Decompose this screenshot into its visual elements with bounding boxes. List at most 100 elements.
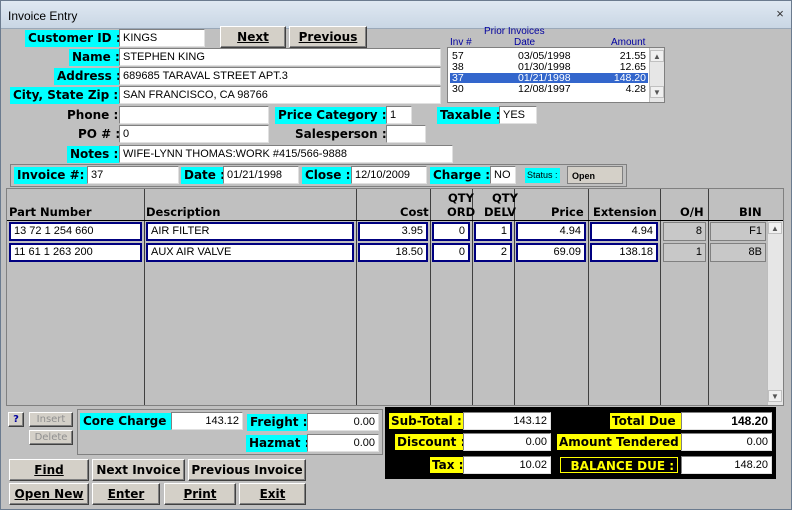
close-icon[interactable]: × [773, 7, 787, 21]
scroll-down-icon[interactable]: ▼ [768, 390, 782, 402]
prior-scrollbar[interactable]: ▲ ▼ [649, 48, 664, 102]
salesperson-field[interactable] [386, 125, 426, 143]
print-button[interactable]: Print [164, 483, 236, 505]
prior-amount: 12.65 [619, 61, 646, 73]
previous-invoice-button[interactable]: Previous Invoice [188, 459, 306, 481]
amount-tendered-label: Amount Tendered : [557, 434, 690, 450]
col-header-description: Description [146, 205, 221, 219]
bin-cell: 8B [710, 243, 766, 262]
discount-label: Discount : [395, 434, 468, 450]
print-button-label: Print [183, 487, 217, 501]
exit-button-label: Exit [259, 487, 286, 501]
invoice-date-field[interactable]: 01/21/1998 [223, 166, 299, 184]
qty-delv-cell[interactable]: 1 [474, 222, 512, 241]
col-divider [708, 189, 709, 405]
exit-button[interactable]: Exit [239, 483, 306, 505]
taxable-field[interactable]: YES [499, 106, 537, 124]
prior-inv: 37 [452, 72, 464, 84]
scroll-up-icon[interactable]: ▲ [768, 222, 782, 234]
col-divider [660, 189, 661, 405]
close-date-field[interactable]: 12/10/2009 [351, 166, 427, 184]
price-cell[interactable]: 4.94 [516, 222, 586, 241]
next-button-label: Next [237, 30, 269, 44]
address-label: Address : [54, 68, 124, 85]
description-cell[interactable]: AUX AIR VALVE [146, 243, 354, 262]
core-charge-field[interactable]: 143.12 [171, 412, 243, 430]
tax-label: Tax : [430, 457, 466, 473]
name-field[interactable]: STEPHEN KING [119, 48, 441, 66]
subtotal-field: 143.12 [463, 412, 551, 430]
totals-panel: Sub-Total : 143.12 Discount : 0.00 Tax :… [385, 407, 776, 479]
charge-label: Charge : [430, 167, 494, 184]
find-button[interactable]: Find [9, 459, 89, 481]
find-button-label: Find [34, 463, 64, 477]
grid-scrollbar[interactable]: ▲ ▼ [767, 221, 783, 405]
open-new-button-label: Open New [14, 487, 84, 501]
name-label: Name : [69, 49, 123, 66]
hazmat-field[interactable]: 0.00 [307, 434, 379, 452]
list-item[interactable]: 38 01/30/1998 12.65 [450, 61, 648, 73]
cost-cell[interactable]: 3.95 [358, 222, 428, 241]
insert-button[interactable]: Insert [29, 412, 73, 427]
qty-ord-cell[interactable]: 0 [432, 243, 470, 262]
prior-date: 01/30/1998 [518, 61, 571, 73]
phone-field[interactable] [119, 106, 269, 124]
phone-label: Phone : [67, 108, 119, 122]
col-divider [588, 189, 589, 405]
core-charge-label: Core Charge : [80, 413, 179, 430]
notes-field[interactable]: WIFE-LYNN THOMAS:WORK #415/566-9888 [119, 145, 453, 163]
enter-button[interactable]: Enter [92, 483, 160, 505]
total-due-label: Total Due : [610, 413, 687, 429]
previous-button[interactable]: Previous [289, 26, 367, 48]
invoice-number-field[interactable]: 37 [87, 166, 179, 184]
col-header-qty-ord-top: QTY [448, 191, 474, 205]
prior-inv: 38 [452, 61, 464, 73]
qty-ord-cell[interactable]: 0 [432, 222, 470, 241]
col-divider [472, 189, 473, 405]
address-field[interactable]: 689685 TARAVAL STREET APT.3 [119, 67, 441, 85]
po-field[interactable]: 0 [119, 125, 269, 143]
next-button[interactable]: Next [220, 26, 286, 48]
part-number-cell[interactable]: 13 72 1 254 660 [9, 222, 142, 241]
qty-delv-cell[interactable]: 2 [474, 243, 512, 262]
amount-tendered-field[interactable]: 0.00 [681, 433, 772, 451]
list-item[interactable]: 57 03/05/1998 21.55 [450, 50, 648, 62]
charge-field[interactable]: NO [490, 166, 516, 184]
price-category-field[interactable]: 1 [386, 106, 412, 124]
open-new-button[interactable]: Open New [9, 483, 89, 505]
scroll-down-icon[interactable]: ▼ [650, 86, 664, 98]
invoice-entry-window: Invoice Entry × Customer ID : KINGS Next… [0, 0, 792, 510]
list-item-selected[interactable]: 37 01/21/1998 148.20 [450, 73, 648, 83]
freight-label: Freight : [247, 414, 311, 431]
customer-id-field[interactable]: KINGS [119, 29, 205, 47]
status-badge: Open [567, 166, 623, 184]
freight-field[interactable]: 0.00 [307, 413, 379, 431]
scroll-up-icon[interactable]: ▲ [650, 50, 664, 62]
subtotal-label: Sub-Total : [389, 413, 464, 429]
invoice-number-label: Invoice #: [14, 167, 88, 184]
balance-due-label: BALANCE DUE : [560, 457, 678, 473]
col-header-qty-ord: ORD [447, 205, 476, 219]
prior-invoices-title: Prior Invoices [484, 26, 545, 37]
prior-amount: 148.20 [613, 72, 646, 84]
extension-cell[interactable]: 4.94 [590, 222, 658, 241]
col-divider [514, 189, 515, 405]
status-label: Status : [525, 168, 560, 183]
col-header-extension: Extension [593, 205, 657, 219]
list-item[interactable]: 30 12/08/1997 4.28 [450, 83, 648, 95]
next-invoice-button[interactable]: Next Invoice [92, 459, 185, 481]
part-number-cell[interactable]: 11 61 1 263 200 [9, 243, 142, 262]
city-state-zip-field[interactable]: SAN FRANCISCO, CA 98766 [119, 86, 441, 104]
prior-invoices-list[interactable]: 57 03/05/1998 21.55 38 01/30/1998 12.65 … [447, 47, 665, 103]
delete-button[interactable]: Delete [29, 430, 73, 445]
cost-cell[interactable]: 18.50 [358, 243, 428, 262]
salesperson-label: Salesperson : [295, 127, 387, 141]
extension-cell[interactable]: 138.18 [590, 243, 658, 262]
discount-field[interactable]: 0.00 [463, 433, 551, 451]
help-button[interactable]: ? [8, 412, 24, 427]
description-cell[interactable]: AIR FILTER [146, 222, 354, 241]
col-divider [430, 189, 431, 405]
prior-amount: 4.28 [625, 83, 646, 95]
price-cell[interactable]: 69.09 [516, 243, 586, 262]
prior-amount: 21.55 [619, 50, 646, 62]
